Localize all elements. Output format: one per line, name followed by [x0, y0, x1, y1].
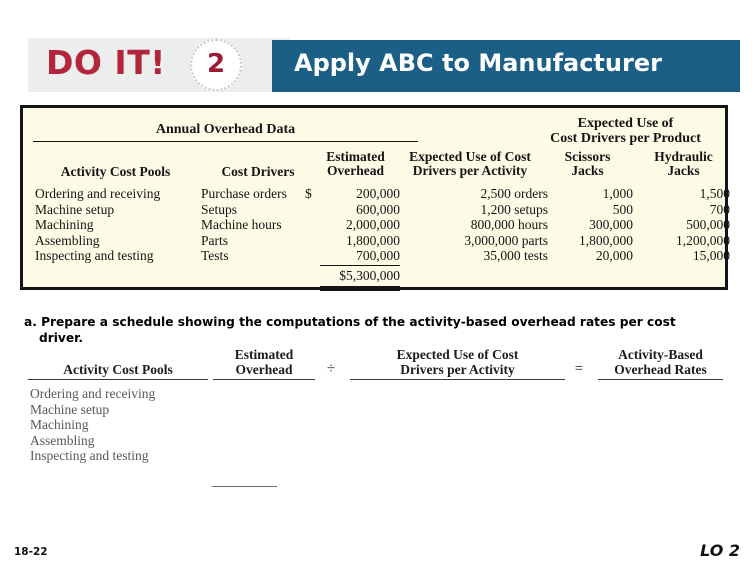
exhibit-section-title-left: Annual Overhead Data [33, 122, 418, 142]
exhibit-section-title-right: Expected Use of Cost Drivers per Product [550, 116, 701, 146]
cells-activity-cost-pools: Ordering and receiving Machine setup Mac… [35, 186, 161, 264]
total-estimated-overhead: $5,300,000 [339, 268, 400, 283]
column-header-activity-cost-pools: Activity Cost Pools [60, 164, 171, 179]
question-line-1: a. Prepare a schedule showing the comput… [24, 315, 676, 329]
column-header-expected-use-per-activity: Expected Use of Cost Drivers per Activit… [409, 149, 531, 178]
annual-overhead-data-exhibit: Annual Overhead Data Expected Use of Cos… [20, 105, 730, 291]
do-it-label: DO IT! [46, 43, 166, 82]
answer-column-header-estimated-overhead: Estimated Overhead [213, 347, 315, 380]
column-header-cost-drivers: Cost Drivers [221, 164, 295, 179]
answer-column-header-abc-rates: Activity-Based Overhead Rates [598, 347, 723, 380]
answer-column-header-activity-cost-pools: Activity Cost Pools [28, 362, 208, 380]
cells-expected-use-per-activity: 2,500 orders 1,200 setups 800,000 hours … [464, 186, 548, 264]
slide-header-banner: DO IT! 2 Apply ABC to Manufacturer [28, 38, 740, 92]
question-prompt: a. Prepare a schedule showing the comput… [24, 314, 724, 346]
learning-objective-tag: LO 2 [700, 541, 740, 560]
answer-blank-subtotal-rule [212, 486, 277, 487]
divide-symbol: ÷ [326, 361, 336, 377]
answer-column-header-expected-use: Expected Use of Cost Drivers per Activit… [350, 347, 565, 380]
cells-hydraulic-jacks: 1,500 700 500,000 1,200,000 15,000 [676, 186, 730, 264]
answer-worksheet-table: Activity Cost Pools Estimated Overhead ÷… [20, 344, 728, 509]
equals-symbol: = [574, 361, 584, 377]
exercise-number-badge: 2 [190, 39, 242, 91]
column-header-hydraulic-jacks: Hydraulic Jacks [654, 149, 713, 178]
page-number: 18-22 [14, 546, 48, 558]
header-title-bar: Apply ABC to Manufacturer [272, 40, 740, 92]
double-underline-rule [320, 286, 400, 291]
column-header-scissors-jacks: Scissors Jacks [564, 149, 611, 178]
cells-cost-drivers: Purchase orders Setups Machine hours Par… [201, 186, 287, 264]
column-header-estimated-overhead: Estimated Overhead [326, 149, 385, 178]
subtotal-rule [320, 265, 400, 266]
exercise-number-value: 2 [206, 49, 226, 79]
cells-estimated-overhead: 200,000 600,000 2,000,000 1,800,000 700,… [346, 186, 400, 264]
page-title: Apply ABC to Manufacturer [294, 49, 662, 77]
cells-scissors-jacks: 1,000 500 300,000 1,800,000 20,000 [579, 186, 633, 264]
answer-cells-activity-cost-pools: Ordering and receiving Machine setup Mac… [30, 386, 156, 464]
